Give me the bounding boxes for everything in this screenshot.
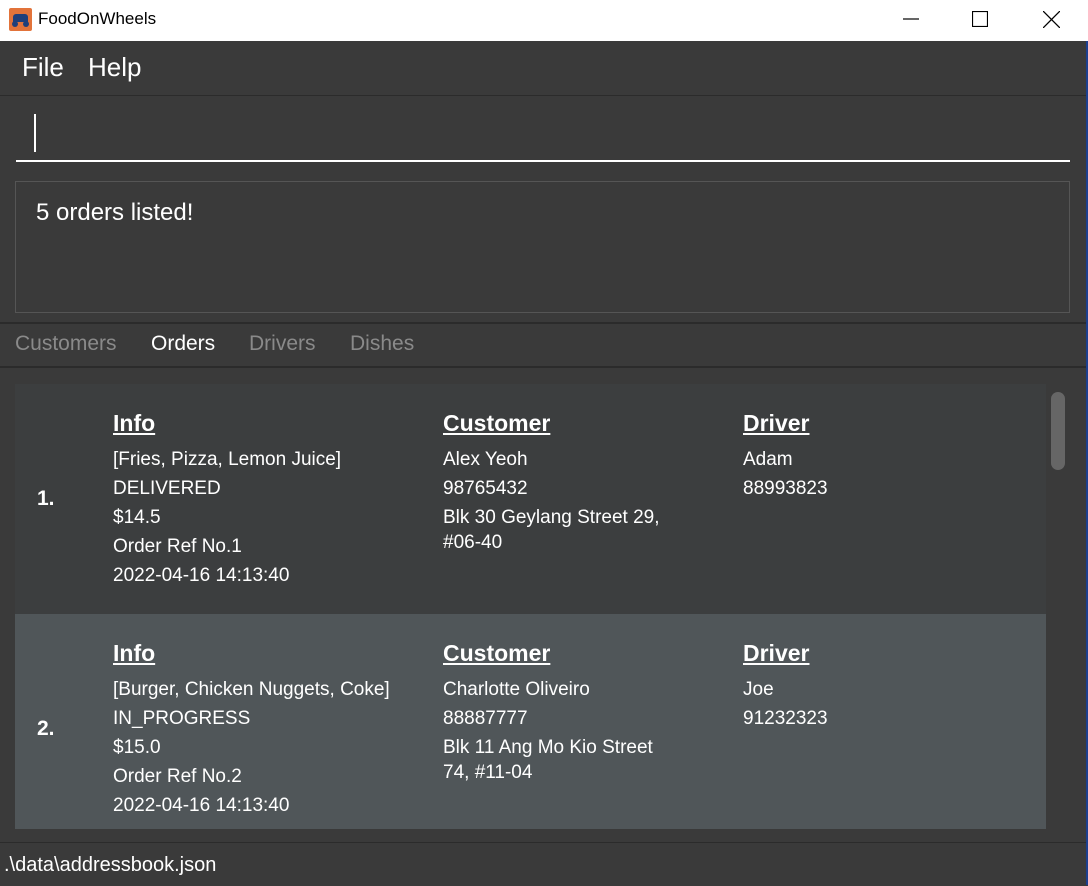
order-driver-column: Driver Joe 91232323 <box>743 640 828 733</box>
title-bar: FoodOnWheels <box>0 0 1088 41</box>
driver-phone: 91232323 <box>743 708 828 729</box>
order-customer-column: Customer Charlotte Oliveiro 88887777 Blk… <box>443 640 673 785</box>
order-driver-column: Driver Adam 88993823 <box>743 410 828 503</box>
driver-heading: Driver <box>743 640 810 666</box>
window-title: FoodOnWheels <box>38 9 157 28</box>
order-customer-column: Customer Alex Yeoh 98765432 Blk 30 Geyla… <box>443 410 673 555</box>
customer-address: Blk 11 Ang Mo Kio Street 74, #11-04 <box>443 737 653 783</box>
order-timestamp: 2022-04-16 14:13:40 <box>113 565 290 586</box>
order-card[interactable]: 2. Info [Burger, Chicken Nuggets, Coke] … <box>15 614 1046 829</box>
customer-name: Charlotte Oliveiro <box>443 679 590 700</box>
order-index: 2. <box>37 717 55 740</box>
order-index: 1. <box>37 487 55 510</box>
close-icon <box>1043 11 1060 28</box>
driver-phone: 88993823 <box>743 478 828 499</box>
customer-heading: Customer <box>443 410 551 436</box>
tab-dishes[interactable]: Dishes <box>350 332 414 356</box>
customer-heading: Customer <box>443 640 551 666</box>
driver-name: Adam <box>743 449 793 470</box>
status-bar: .\data\addressbook.json <box>0 842 1086 886</box>
order-status: IN_PROGRESS <box>113 708 251 729</box>
order-items: [Burger, Chicken Nuggets, Coke] <box>113 679 390 700</box>
order-list[interactable]: 1. Info [Fries, Pizza, Lemon Juice] DELI… <box>0 368 1086 829</box>
tab-drivers[interactable]: Drivers <box>249 332 316 356</box>
menu-bar: File Help <box>0 41 1086 96</box>
menu-help[interactable]: Help <box>88 52 141 83</box>
list-scrollbar[interactable] <box>1051 392 1065 470</box>
order-price: $15.0 <box>113 737 161 758</box>
driver-heading: Driver <box>743 410 810 436</box>
result-message: 5 orders listed! <box>36 199 194 226</box>
data-file-path: .\data\addressbook.json <box>4 854 217 876</box>
info-heading: Info <box>113 640 156 666</box>
command-input[interactable] <box>16 100 1070 162</box>
order-ref: Order Ref No.2 <box>113 766 242 787</box>
order-status: DELIVERED <box>113 478 221 499</box>
driver-name: Joe <box>743 679 774 700</box>
tab-bar: Customers Orders Drivers Dishes <box>0 324 1086 366</box>
menu-file[interactable]: File <box>22 52 64 83</box>
minimize-button[interactable] <box>876 0 946 38</box>
order-price: $14.5 <box>113 507 161 528</box>
tab-customers[interactable]: Customers <box>15 332 117 356</box>
order-timestamp: 2022-04-16 14:13:40 <box>113 795 290 816</box>
info-heading: Info <box>113 410 156 436</box>
close-button[interactable] <box>1016 0 1086 38</box>
customer-name: Alex Yeoh <box>443 449 528 470</box>
result-display: 5 orders listed! <box>15 181 1070 313</box>
customer-phone: 98765432 <box>443 478 528 499</box>
customer-address: Blk 30 Geylang Street 29, #06-40 <box>443 507 660 553</box>
tab-orders[interactable]: Orders <box>151 332 215 356</box>
order-ref: Order Ref No.1 <box>113 536 242 557</box>
minimize-icon <box>903 18 919 20</box>
order-info-column: Info [Burger, Chicken Nuggets, Coke] IN_… <box>113 640 390 820</box>
app-logo-icon <box>9 8 32 31</box>
order-items: [Fries, Pizza, Lemon Juice] <box>113 449 342 470</box>
maximize-button[interactable] <box>945 0 1015 38</box>
order-card[interactable]: 1. Info [Fries, Pizza, Lemon Juice] DELI… <box>15 384 1046 614</box>
text-caret <box>34 114 36 152</box>
customer-phone: 88887777 <box>443 708 528 729</box>
maximize-icon <box>972 11 988 27</box>
order-info-column: Info [Fries, Pizza, Lemon Juice] DELIVER… <box>113 410 341 590</box>
